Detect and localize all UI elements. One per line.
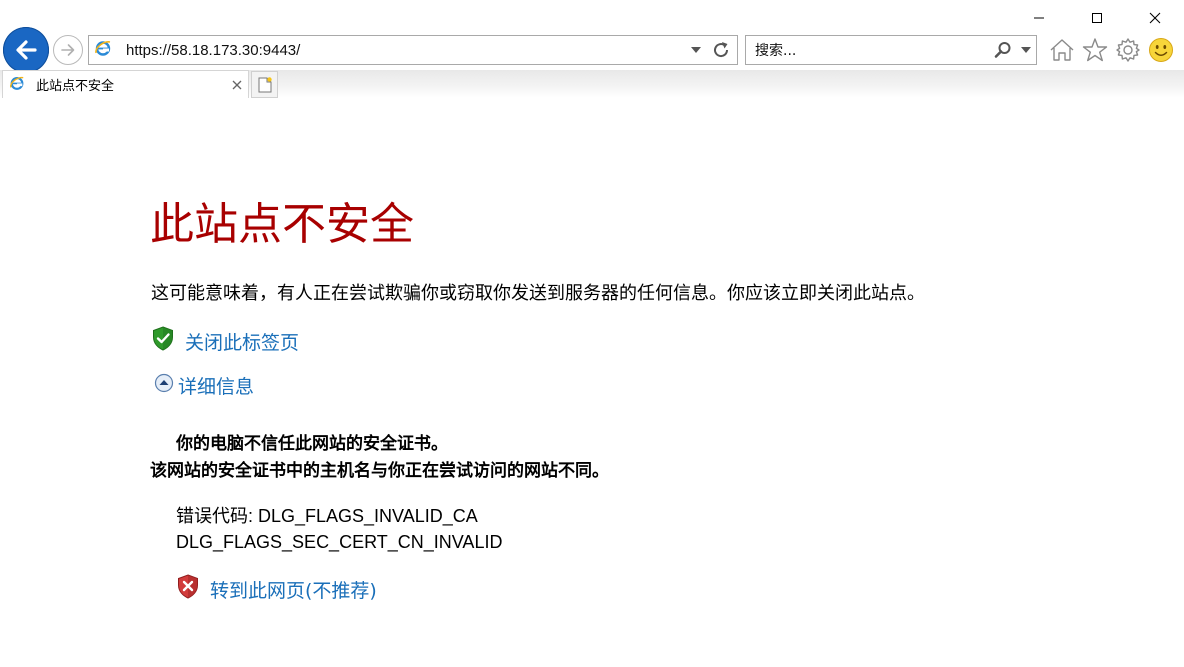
details-text: 你的电脑不信任此网站的安全证书。 该网站的安全证书中的主机名与你正在尝试访问的网…: [150, 431, 609, 485]
details-link-label[interactable]: 详细信息: [178, 372, 254, 399]
error-codes: 错误代码: DLG_FLAGS_INVALID_CA DLG_FLAGS_SEC…: [176, 503, 502, 555]
search-input[interactable]: 搜索...: [755, 40, 990, 60]
error-page: 此站点不安全 这可能意味着，有人正在尝试欺骗你或窃取你发送到服务器的任何信息。你…: [150, 190, 1130, 602]
close-tab-button[interactable]: [226, 80, 248, 90]
error-code-line-2: DLG_FLAGS_SEC_CERT_CN_INVALID: [176, 532, 503, 552]
minimize-button[interactable]: [1010, 0, 1068, 36]
maximize-button[interactable]: [1068, 0, 1126, 36]
tab-bar: 此站点不安全: [0, 70, 1184, 98]
green-shield-icon: [152, 326, 174, 356]
tab-title: 此站点不安全: [36, 79, 115, 94]
new-tab-icon: [258, 76, 272, 92]
gear-icon: [1116, 38, 1140, 62]
warning-text: 这可能意味着，有人正在尝试欺骗你或窃取你发送到服务器的任何信息。你应该立即关闭此…: [151, 283, 925, 304]
proceed-link-label[interactable]: 转到此网页(不推荐): [210, 576, 377, 603]
address-bar[interactable]: https://58.18.173.30:9443/: [88, 35, 738, 65]
address-dropdown-button[interactable]: [687, 47, 705, 53]
search-icon: [994, 42, 1011, 58]
error-code-line-1: 错误代码: DLG_FLAGS_INVALID_CA: [176, 506, 478, 526]
close-tab-link-label[interactable]: 关闭此标签页: [185, 328, 299, 355]
details-line-2: 该网站的安全证书中的主机名与你正在尝试访问的网站不同。: [150, 461, 609, 481]
page-title: 此站点不安全: [150, 199, 414, 250]
smiley-icon: [1149, 38, 1173, 62]
search-box[interactable]: 搜索...: [745, 35, 1037, 65]
close-icon: [1149, 12, 1161, 24]
favorites-button[interactable]: [1081, 36, 1109, 64]
collapse-arrow-icon: [154, 373, 174, 398]
star-icon: [1082, 38, 1108, 62]
refresh-button[interactable]: [705, 36, 737, 64]
details-line-1: 你的电脑不信任此网站的安全证书。: [176, 434, 448, 454]
new-tab-button[interactable]: [251, 71, 278, 98]
close-window-button[interactable]: [1126, 0, 1184, 36]
minimize-icon: [1034, 17, 1044, 19]
search-dropdown-button[interactable]: [1016, 47, 1036, 53]
refresh-icon: [714, 42, 729, 58]
settings-button[interactable]: [1114, 36, 1142, 64]
proceed-link[interactable]: 转到此网页(不推荐): [177, 574, 377, 604]
home-icon: [1050, 39, 1074, 61]
search-button[interactable]: [990, 40, 1016, 60]
command-icons: [1048, 36, 1175, 64]
forward-arrow-icon: [61, 44, 75, 56]
ie-logo-icon: [9, 75, 25, 95]
back-arrow-icon: [16, 40, 37, 60]
forward-button[interactable]: [53, 35, 83, 65]
ie-logo-icon: [94, 39, 112, 61]
chevron-down-icon: [691, 47, 701, 53]
details-toggle[interactable]: 详细信息: [154, 372, 254, 399]
url-text[interactable]: https://58.18.173.30:9443/: [126, 42, 687, 59]
tab-active[interactable]: 此站点不安全: [2, 70, 249, 98]
window-caption-buttons: [1010, 0, 1184, 36]
home-button[interactable]: [1048, 36, 1076, 64]
chevron-down-icon: [1021, 47, 1031, 53]
feedback-button[interactable]: [1147, 36, 1175, 64]
close-icon: [232, 80, 242, 89]
close-tab-link[interactable]: 关闭此标签页: [152, 326, 299, 356]
maximize-icon: [1092, 13, 1102, 23]
red-shield-icon: [177, 574, 199, 604]
back-button[interactable]: [3, 27, 49, 73]
